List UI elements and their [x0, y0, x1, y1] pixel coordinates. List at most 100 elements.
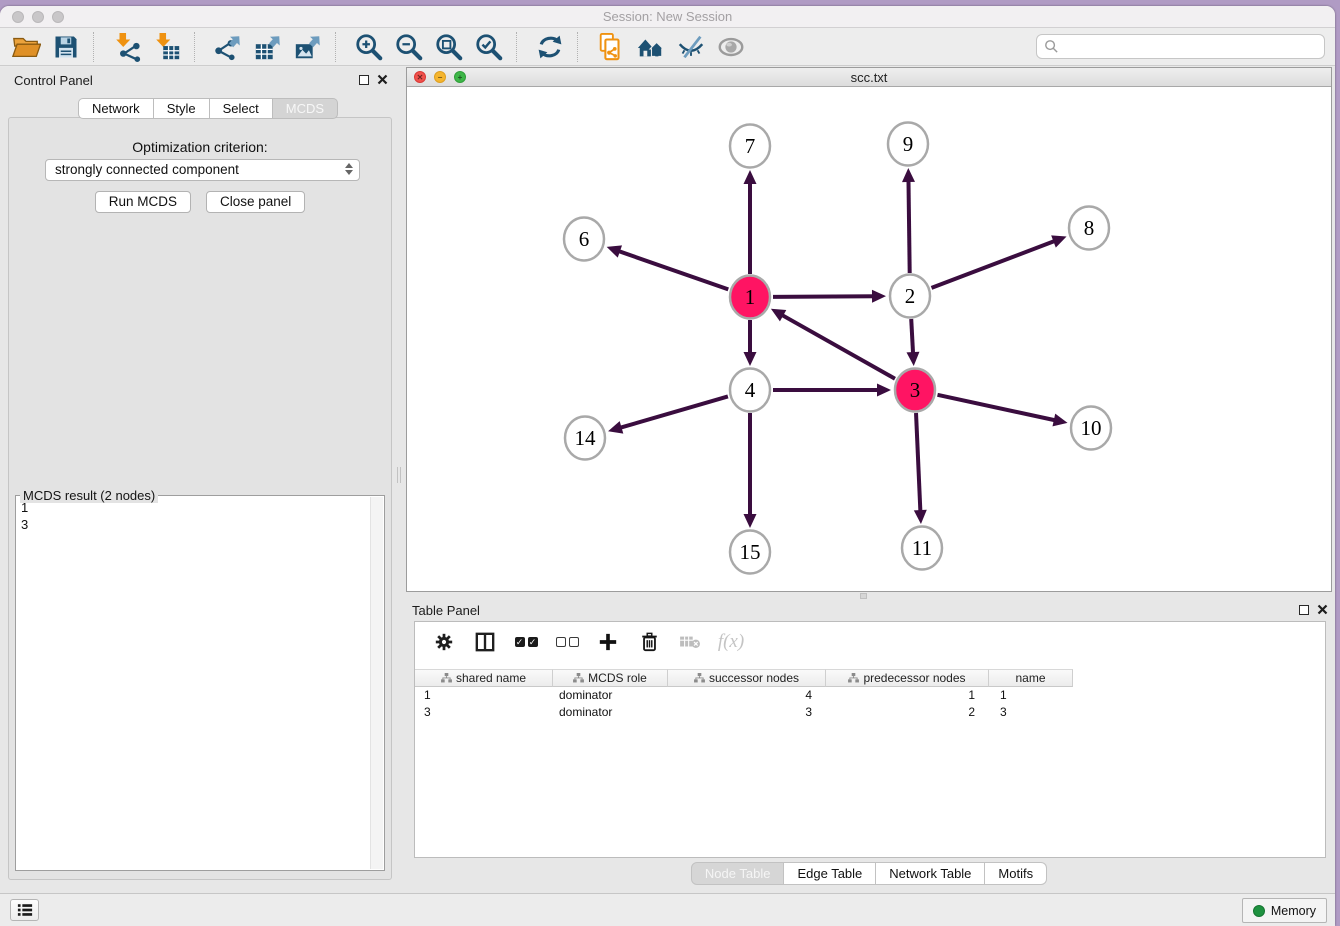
run-mcds-button[interactable]: Run MCDS: [95, 191, 191, 213]
graph-node-15[interactable]: 15: [730, 531, 770, 574]
mcds-panel: Optimization criterion: strongly connect…: [8, 117, 392, 880]
graph-node-2[interactable]: 2: [890, 275, 930, 318]
graph-node-4[interactable]: 4: [730, 369, 770, 412]
cell-predecessor-nodes[interactable]: 2: [826, 704, 989, 721]
graph-node-14[interactable]: 14: [565, 417, 605, 460]
graph-edge[interactable]: [771, 309, 895, 379]
add-column-icon[interactable]: [595, 630, 621, 654]
home-neighbors-icon[interactable]: [631, 30, 671, 64]
open-session-icon[interactable]: [6, 30, 46, 64]
zoom-fit-icon[interactable]: [429, 30, 469, 64]
tab-network-table[interactable]: Network Table: [876, 862, 985, 885]
result-scrollbar[interactable]: [370, 497, 383, 869]
graph-edge[interactable]: [607, 245, 729, 289]
graph-node-3[interactable]: 3: [895, 369, 935, 412]
column-header-successor-nodes[interactable]: successor nodes: [668, 669, 826, 687]
close-panel-icon[interactable]: [377, 74, 388, 85]
float-table-panel-icon[interactable]: [1299, 605, 1309, 615]
graph-edge[interactable]: [773, 384, 891, 397]
zoom-selected-icon[interactable]: [469, 30, 509, 64]
import-network-icon[interactable]: [107, 30, 147, 64]
close-panel-button[interactable]: Close panel: [206, 191, 305, 213]
list-icon: [17, 903, 33, 917]
criterion-dropdown[interactable]: strongly connected component: [45, 159, 360, 181]
vertical-splitter[interactable]: [397, 467, 401, 483]
graph-node-6[interactable]: 6: [564, 218, 604, 261]
graph-edge[interactable]: [937, 395, 1067, 426]
close-table-panel-icon[interactable]: [1317, 604, 1328, 615]
cell-shared-name[interactable]: 3: [415, 704, 553, 721]
search-input[interactable]: [1064, 38, 1317, 55]
export-image-icon[interactable]: [288, 30, 328, 64]
select-all-icon[interactable]: ✓ ✓: [513, 630, 539, 654]
export-network-icon[interactable]: [208, 30, 248, 64]
unchecked-box-icon: [556, 637, 566, 647]
split-column-icon[interactable]: [472, 630, 498, 654]
table-toolbar: ✓ ✓ f(x): [415, 622, 1325, 662]
show-preview-icon[interactable]: [711, 30, 751, 64]
svg-text:15: 15: [740, 540, 761, 564]
column-header-predecessor-nodes[interactable]: predecessor nodes: [826, 669, 989, 687]
float-panel-icon[interactable]: [359, 75, 369, 85]
cell-mcds-role[interactable]: dominator: [553, 704, 668, 721]
graph-edge[interactable]: [744, 413, 757, 528]
graph-node-9[interactable]: 9: [888, 123, 928, 166]
graph-edge[interactable]: [773, 290, 886, 303]
mcds-result-box[interactable]: MCDS result (2 nodes) 1 3: [15, 495, 385, 871]
svg-text:4: 4: [745, 378, 756, 402]
graph-edge[interactable]: [744, 170, 757, 274]
hide-selected-icon[interactable]: [671, 30, 711, 64]
graph-node-1[interactable]: 1: [730, 276, 770, 319]
cell-successor-nodes[interactable]: 3: [668, 704, 826, 721]
deselect-all-icon[interactable]: [554, 630, 580, 654]
search-box: [1036, 34, 1325, 59]
graph-node-10[interactable]: 10: [1071, 407, 1111, 450]
graph-edge[interactable]: [932, 235, 1067, 287]
tab-network[interactable]: Network: [78, 98, 154, 119]
application-window: Session: New Session: [0, 6, 1335, 926]
table-row[interactable]: 1 dominator 4 1 1: [415, 687, 1325, 704]
tab-select[interactable]: Select: [210, 98, 273, 119]
attribute-icon: [848, 673, 859, 683]
task-history-button[interactable]: [10, 899, 39, 921]
cell-mcds-role[interactable]: dominator: [553, 687, 668, 704]
tab-motifs[interactable]: Motifs: [985, 862, 1047, 885]
clone-network-icon[interactable]: [591, 30, 631, 64]
tab-style[interactable]: Style: [154, 98, 210, 119]
graph-edge[interactable]: [744, 320, 757, 366]
graph-edge[interactable]: [914, 413, 927, 524]
cell-successor-nodes[interactable]: 4: [668, 687, 826, 704]
window-title: Session: New Session: [0, 9, 1335, 24]
cell-shared-name[interactable]: 1: [415, 687, 553, 704]
graph-node-7[interactable]: 7: [730, 125, 770, 168]
cell-predecessor-nodes[interactable]: 1: [826, 687, 989, 704]
tab-node-table[interactable]: Node Table: [691, 862, 785, 885]
export-table-icon[interactable]: [248, 30, 288, 64]
graph-edge[interactable]: [902, 168, 915, 273]
main-toolbar: [0, 28, 1335, 66]
import-table-icon[interactable]: [147, 30, 187, 64]
graph-node-11[interactable]: 11: [902, 527, 942, 570]
tab-edge-table[interactable]: Edge Table: [784, 862, 876, 885]
column-header-mcds-role[interactable]: MCDS role: [553, 669, 668, 687]
graph-edge[interactable]: [608, 396, 728, 433]
network-canvas[interactable]: 7 9 6 8 1 2 4 3 14 10 15 11: [407, 87, 1331, 591]
column-header-name[interactable]: name: [989, 669, 1073, 687]
table-row[interactable]: 3 dominator 3 2 3: [415, 704, 1325, 721]
tab-mcds[interactable]: MCDS: [273, 98, 338, 119]
cell-name[interactable]: 1: [989, 687, 1073, 704]
delete-column-icon[interactable]: [636, 630, 662, 654]
memory-button[interactable]: Memory: [1242, 898, 1327, 923]
svg-text:9: 9: [903, 132, 914, 156]
graph-node-8[interactable]: 8: [1069, 207, 1109, 250]
table-settings-icon[interactable]: [431, 630, 457, 654]
apply-layout-icon[interactable]: [530, 30, 570, 64]
mcds-result-lines: 1 3: [21, 499, 28, 533]
save-session-icon[interactable]: [46, 30, 86, 64]
zoom-in-icon[interactable]: [349, 30, 389, 64]
graph-edge[interactable]: [906, 319, 919, 366]
cell-name[interactable]: 3: [989, 704, 1073, 721]
column-header-shared-name[interactable]: shared name: [415, 669, 553, 687]
memory-label: Memory: [1271, 904, 1316, 918]
zoom-out-icon[interactable]: [389, 30, 429, 64]
